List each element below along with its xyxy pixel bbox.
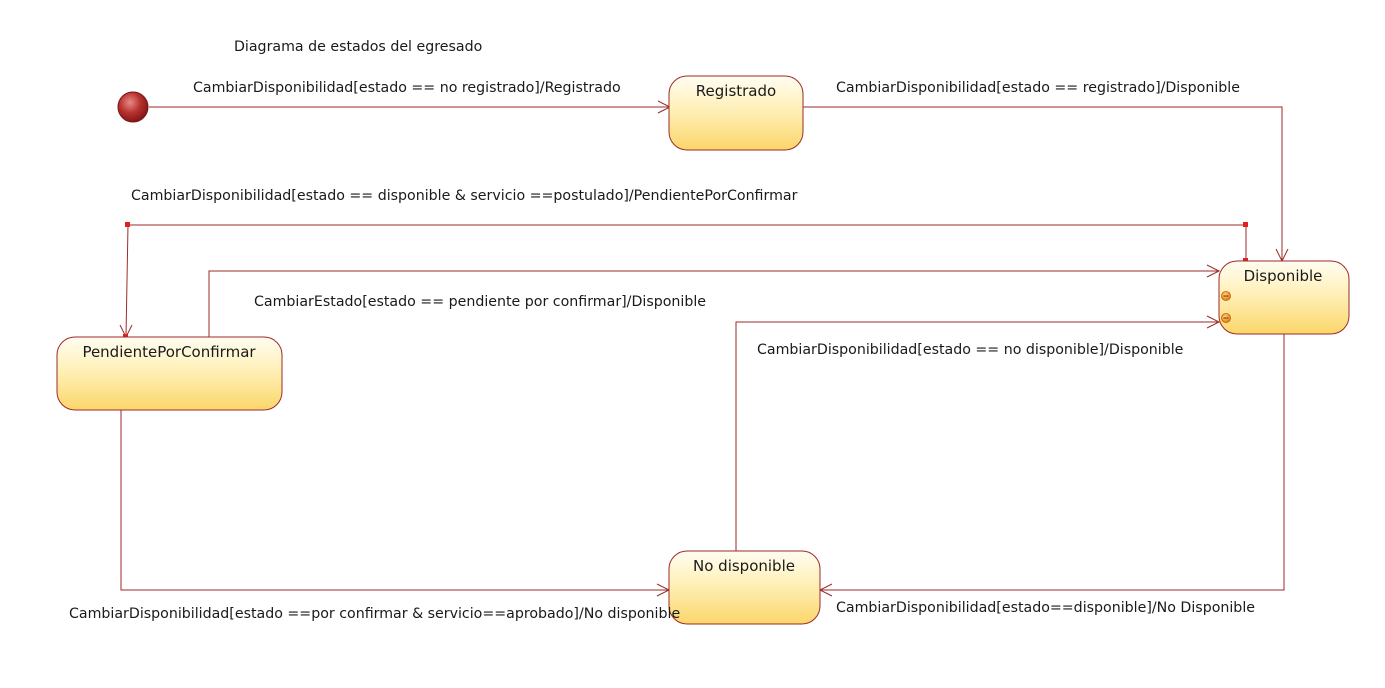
edge-disponible-to-pendiente[interactable] xyxy=(125,224,1247,338)
label-pendiente-to-no-disponible: CambiarDisponibilidad[estado ==por confi… xyxy=(69,606,680,622)
state-no-disponible-label: No disponible xyxy=(693,557,795,575)
edge-pendiente-to-no-disponible[interactable] xyxy=(120,410,669,591)
state-pendiente-por-confirmar[interactable]: PendientePorConfirmar xyxy=(56,336,283,411)
state-disponible[interactable]: Disponible xyxy=(1218,260,1350,335)
label-initial-to-registrado: CambiarDisponibilidad[estado == no regis… xyxy=(193,80,621,96)
edge-disponible-to-no-disponible[interactable] xyxy=(820,334,1285,591)
initial-node[interactable] xyxy=(117,91,149,123)
state-diagram: Diagrama de estados del egresado Registr… xyxy=(56,39,1350,625)
handle-dot xyxy=(125,222,130,227)
state-no-disponible[interactable]: No disponible xyxy=(668,550,821,625)
label-no-disponible-to-disponible: CambiarDisponibilidad[estado == no dispo… xyxy=(757,342,1183,358)
label-disponible-to-no-disponible: CambiarDisponibilidad[estado==disponible… xyxy=(836,600,1255,616)
label-disponible-to-pendiente: CambiarDisponibilidad[estado == disponib… xyxy=(131,188,798,204)
edge-registrado-to-disponible[interactable] xyxy=(803,106,1283,261)
state-registrado-label: Registrado xyxy=(696,82,776,100)
state-pendiente-label: PendientePorConfirmar xyxy=(82,343,256,361)
label-registrado-to-disponible: CambiarDisponibilidad[estado == registra… xyxy=(836,80,1240,96)
state-registrado[interactable]: Registrado xyxy=(668,75,804,151)
state-disponible-label: Disponible xyxy=(1244,267,1323,285)
handle-dot xyxy=(1243,222,1248,227)
label-pendiente-to-disponible: CambiarEstado[estado == pendiente por co… xyxy=(254,294,706,310)
diagram-title: Diagrama de estados del egresado xyxy=(234,39,482,55)
